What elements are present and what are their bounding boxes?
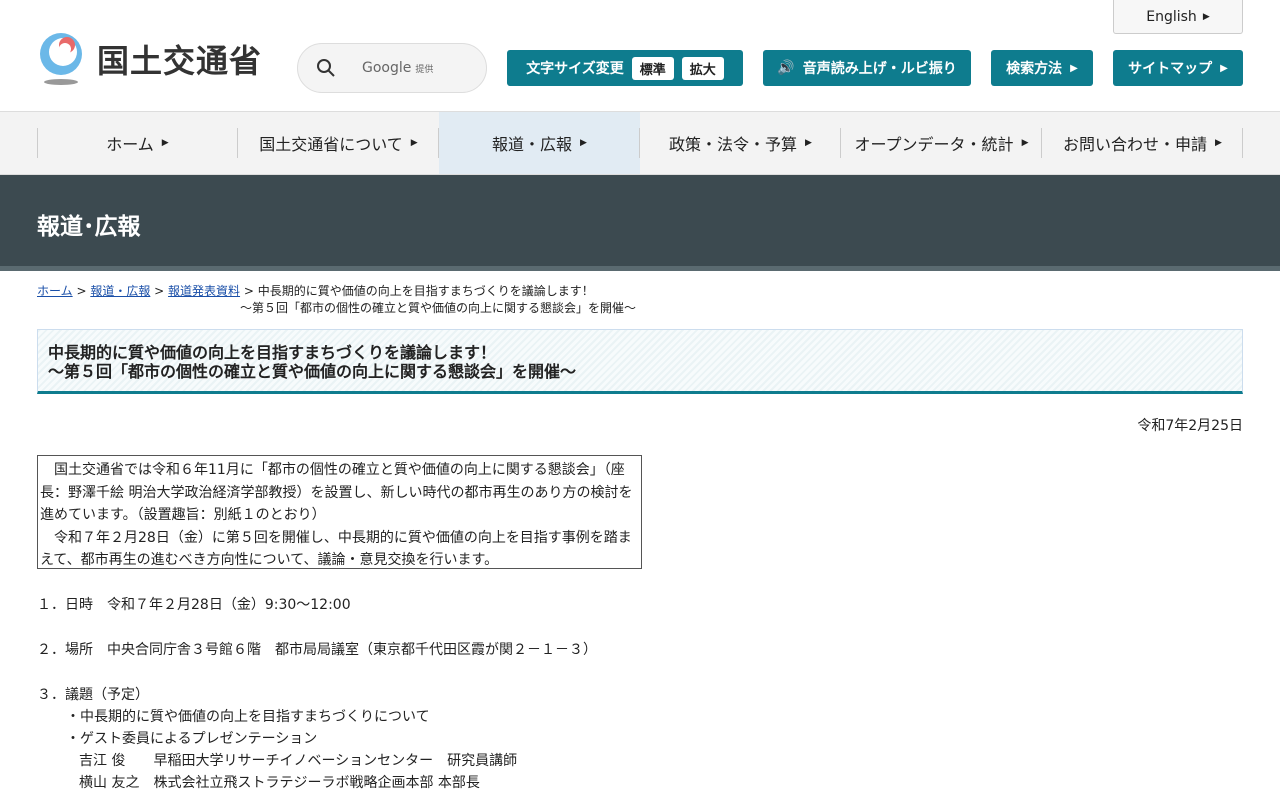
- triangle-right-icon: ▶: [1215, 138, 1222, 148]
- section-title: 報道･広報: [37, 214, 141, 240]
- section-hero: 報道･広報: [0, 175, 1280, 271]
- summary-box: 国土交通省では令和６年11月に「都市の個性の確立と質や価値の向上に関する懇談会」…: [37, 455, 642, 569]
- triangle-right-icon: ▶: [410, 138, 418, 148]
- font-standard-button[interactable]: 標準: [631, 56, 674, 80]
- agenda-item: ・中長期的に質や価値の向上を目指すまちづくりについて: [66, 709, 430, 725]
- font-size-control: 文字サイズ変更 標準 拡大: [507, 50, 743, 86]
- page-title: 中長期的に質や価値の向上を目指すまちづくりを議論します！ ～第５回「都市の個性の…: [37, 329, 1243, 394]
- triangle-right-icon: ▶: [1202, 11, 1210, 22]
- nav-contact[interactable]: お問い合わせ・申請 ▶: [1042, 112, 1243, 174]
- breadcrumb-home[interactable]: ホーム: [37, 284, 73, 298]
- search-icon: [317, 59, 335, 77]
- nav-press[interactable]: 報道・広報 ▶: [439, 112, 640, 174]
- agenda-item: ・ゲスト委員によるプレゼンテーション: [66, 731, 318, 747]
- triangle-right-icon: ▶: [1070, 62, 1078, 74]
- english-link[interactable]: English ▶: [1113, 0, 1243, 34]
- triangle-right-icon: ▶: [1021, 138, 1029, 148]
- guest-item: 横山 友之 株式会社立飛ストラテジーラボ戦略企画本部 本部長: [79, 775, 480, 791]
- triangle-right-icon: ▶: [580, 138, 587, 148]
- breadcrumb: ホーム > 報道・広報 > 報道発表資料 > 中長期的に質や価値の向上を目指すま…: [37, 284, 637, 315]
- breadcrumb-releases[interactable]: 報道発表資料: [168, 284, 240, 298]
- agenda-heading: ３．議題（予定）: [37, 687, 149, 703]
- sitemap-button[interactable]: サイトマップ ▶: [1113, 50, 1243, 86]
- mlit-logo[interactable]: 国土交通省: [37, 32, 262, 86]
- site-search[interactable]: Google 提供: [297, 43, 487, 93]
- font-large-button[interactable]: 拡大: [681, 56, 724, 80]
- logo-mark-icon: [40, 33, 82, 85]
- triangle-right-icon: ▶: [805, 138, 812, 148]
- nav-opendata[interactable]: オープンデータ・統計 ▶: [841, 112, 1042, 174]
- speaker-icon: 🔊: [777, 60, 795, 76]
- search-method-button[interactable]: 検索方法 ▶: [991, 50, 1093, 86]
- global-nav: ホーム ▶ 国土交通省について ▶ 報道・広報 ▶ 政策・法令・予算 ▶ オープンデータ…: [0, 111, 1280, 175]
- nav-home[interactable]: ホーム ▶: [37, 112, 238, 174]
- triangle-right-icon: ▶: [161, 138, 169, 148]
- speech-button[interactable]: 🔊 音声読み上げ・ルビ振り: [763, 50, 971, 86]
- datetime: １．日時 令和７年２月28日（金）9:30～12:00: [37, 597, 351, 613]
- nav-policy[interactable]: 政策・法令・予算 ▶: [640, 112, 841, 174]
- triangle-right-icon: ▶: [1220, 62, 1228, 74]
- release-date: 令和7年2月25日: [1137, 418, 1243, 434]
- place: ２．場所 中央合同庁舎３号館６階 都市局局議室（東京都千代田区霞が関２－１－３）: [37, 642, 597, 658]
- nav-about[interactable]: 国土交通省について ▶: [238, 112, 439, 174]
- guest-item: 吉江 俊 早稲田大学リサーチイノベーションセンター 研究員講師: [79, 753, 518, 769]
- breadcrumb-press[interactable]: 報道・広報: [90, 284, 150, 298]
